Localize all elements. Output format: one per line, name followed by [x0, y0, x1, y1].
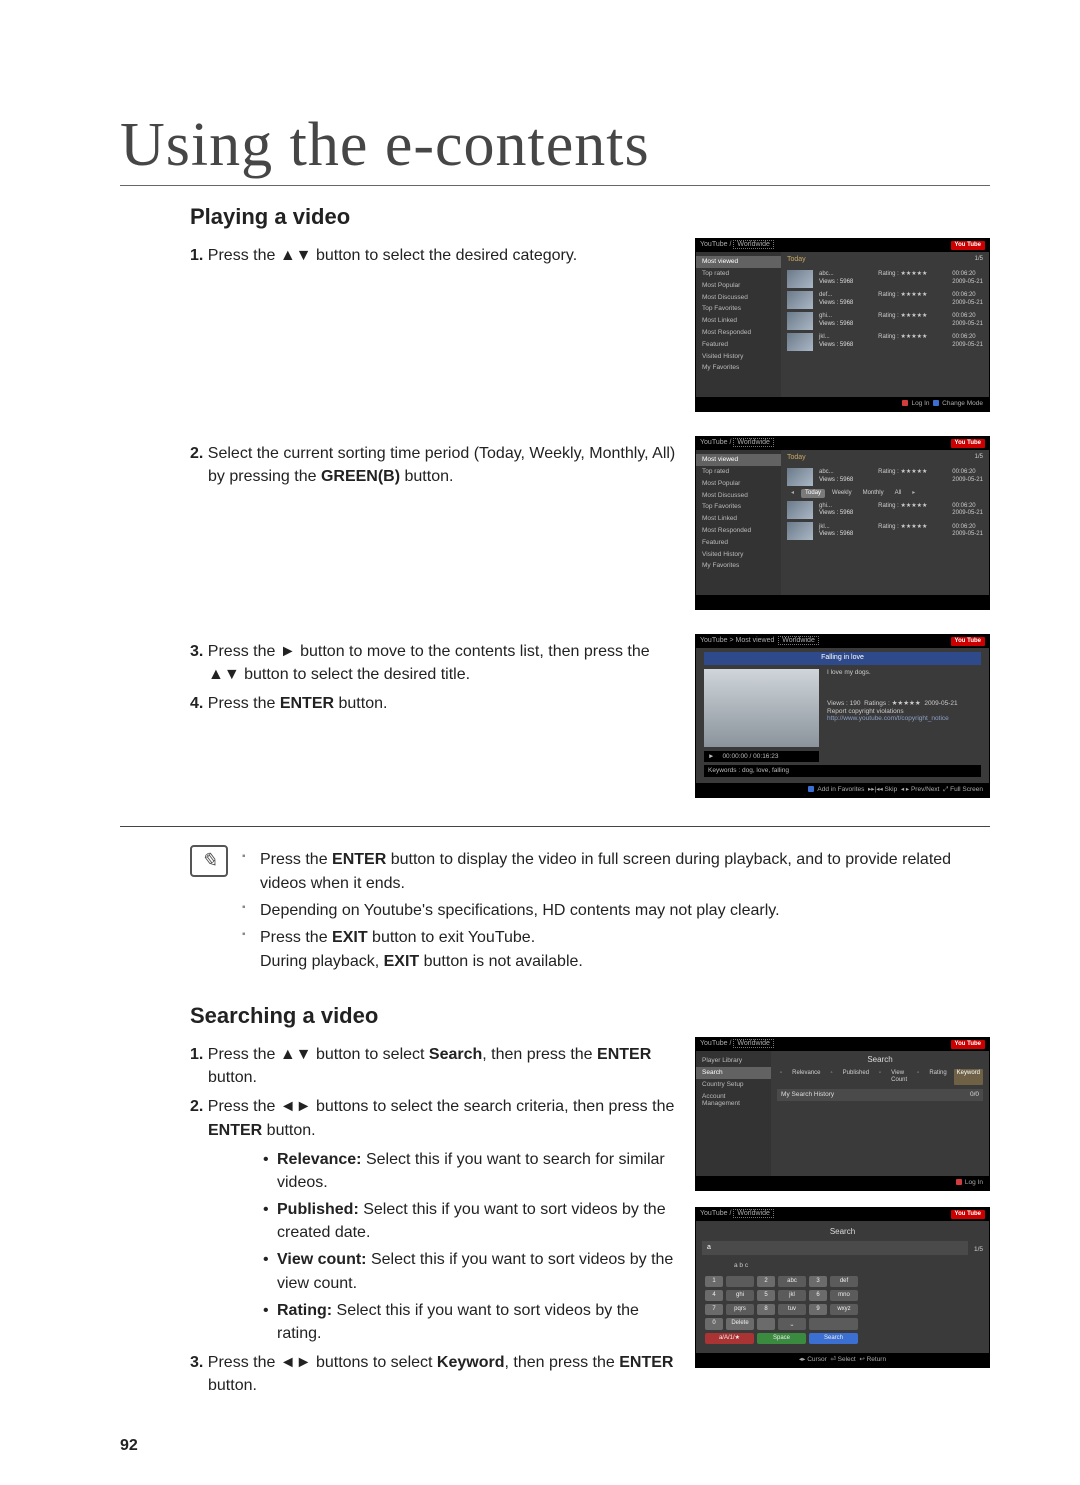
search-step-1: 1. Press the ▲▼ button to select Search,… — [190, 1043, 677, 1089]
notes-block: ✎ Press the ENTER button to display the … — [190, 845, 990, 977]
step-number: 4. — [190, 695, 203, 712]
chapter-title: Using the e-contents — [120, 110, 990, 186]
youtube-list-mock-1: YouTube / Worldwide You Tube Most viewed… — [695, 238, 990, 412]
step-number: 3. — [190, 643, 203, 660]
play-step-4: 4. Press the ENTER button. — [190, 692, 677, 715]
step-number: 1. — [190, 247, 203, 264]
search-step-2: 2. Press the ◄► buttons to select the se… — [190, 1095, 677, 1141]
section-searching-video: Searching a video — [190, 1003, 990, 1029]
green-b-label: GREEN(B) — [321, 468, 400, 485]
note-icon: ✎ — [190, 845, 228, 877]
step-number: 2. — [190, 445, 203, 462]
page-number: 92 — [120, 1437, 138, 1455]
divider — [120, 826, 990, 827]
play-step-2: 2. Select the current sorting time perio… — [190, 442, 677, 488]
enter-label: ENTER — [280, 695, 334, 712]
step-text: button. — [334, 695, 387, 712]
search-criteria-list: Relevance: Select this if you want to se… — [223, 1148, 677, 1346]
note-item: Press the EXIT button to exit YouTube. D… — [242, 926, 990, 974]
play-step-3: 3. Press the ► button to move to the con… — [190, 640, 677, 686]
note-item: Depending on Youtube's specifications, H… — [242, 899, 990, 923]
step-text: button. — [400, 468, 453, 485]
youtube-list-mock-2: YouTube / Worldwide You Tube Most viewed… — [695, 436, 990, 610]
youtube-search-mock: YouTube / Worldwide You Tube Player Libr… — [695, 1037, 990, 1191]
youtube-keyboard-mock: YouTube / Worldwide You Tube Search a 1/… — [695, 1207, 990, 1368]
play-step-1: 1. Press the ▲▼ button to select the des… — [190, 244, 677, 267]
step-text: Press the ▲▼ button to select the desire… — [208, 247, 577, 264]
youtube-detail-mock: YouTube > Most viewed Worldwide You Tube… — [695, 634, 990, 798]
search-step-3: 3. Press the ◄► buttons to select Keywor… — [190, 1351, 677, 1397]
section-playing-video: Playing a video — [190, 204, 990, 230]
youtube-logo: You Tube — [951, 241, 985, 250]
step-text: Press the — [208, 695, 280, 712]
step-text: Press the ► button to move to the conten… — [208, 643, 650, 683]
note-item: Press the ENTER button to display the vi… — [242, 848, 990, 896]
